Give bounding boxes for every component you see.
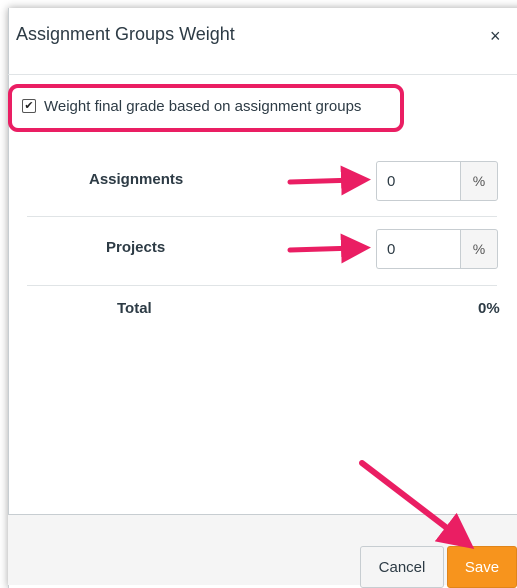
- group-label-assignments: Assignments: [89, 171, 184, 188]
- percent-suffix: %: [460, 161, 498, 201]
- row-divider: [27, 216, 497, 217]
- cancel-button[interactable]: Cancel: [360, 546, 444, 588]
- assignments-weight-input[interactable]: [376, 161, 460, 201]
- row-divider: [27, 285, 497, 286]
- weight-option-row: ✔ Weight final grade based on assignment…: [22, 96, 361, 116]
- group-label-projects: Projects: [106, 239, 166, 256]
- close-icon[interactable]: ×: [490, 26, 501, 47]
- dialog-title: Assignment Groups Weight: [16, 24, 235, 44]
- projects-weight-input[interactable]: [376, 229, 460, 269]
- weight-checkbox[interactable]: ✔: [22, 99, 36, 113]
- total-label: Total: [117, 300, 152, 317]
- assignments-weight-group: %: [376, 161, 498, 201]
- total-value: 0%: [478, 300, 500, 317]
- save-button[interactable]: Save: [447, 546, 517, 588]
- weight-checkbox-label[interactable]: Weight final grade based on assignment g…: [44, 98, 361, 115]
- percent-suffix: %: [460, 229, 498, 269]
- projects-weight-group: %: [376, 229, 498, 269]
